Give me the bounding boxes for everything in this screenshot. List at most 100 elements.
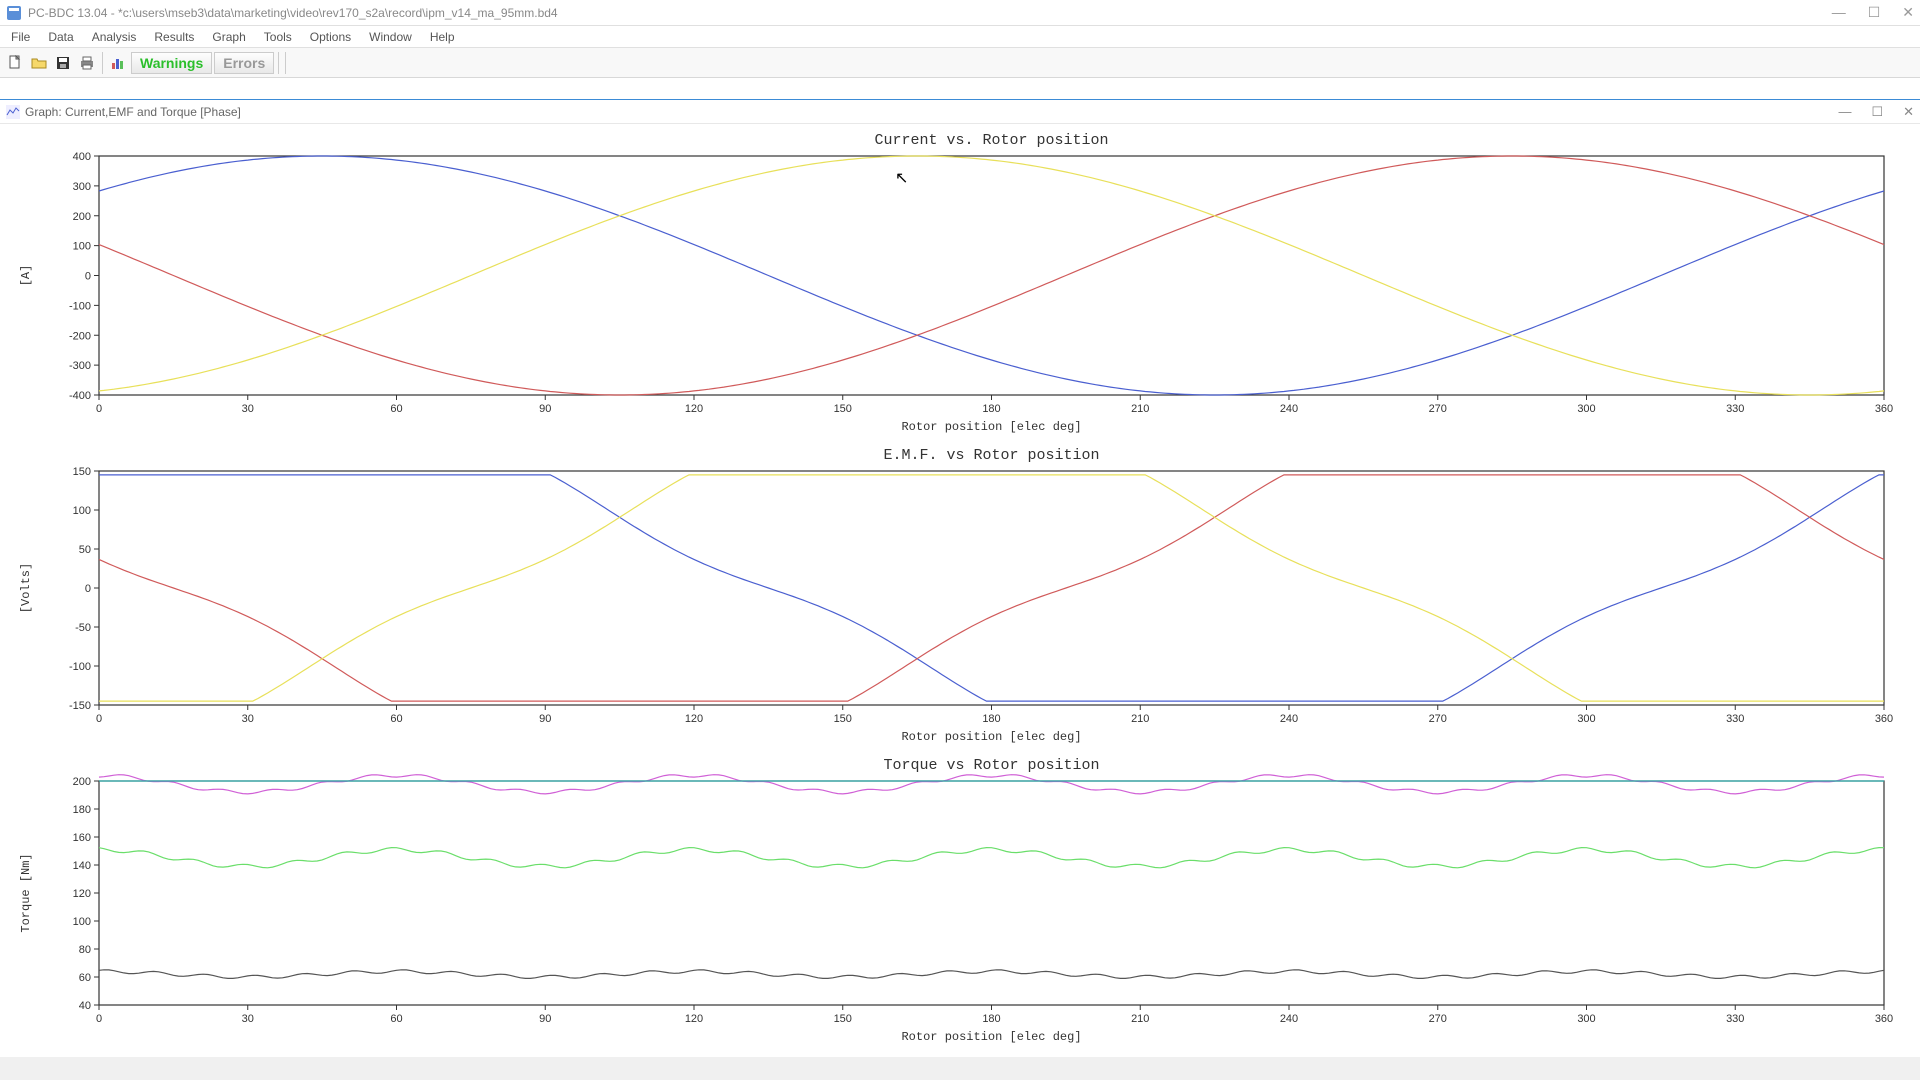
svg-text:0: 0 — [85, 583, 91, 595]
menu-file[interactable]: File — [2, 28, 39, 46]
main-title-text: PC-BDC 13.04 - *c:\users\mseb3\data\mark… — [28, 6, 1832, 20]
svg-text:50: 50 — [79, 544, 91, 556]
subwin-maximize-button[interactable]: ☐ — [1871, 104, 1883, 120]
svg-text:360: 360 — [1875, 713, 1893, 725]
mdi-spacer — [0, 78, 1920, 100]
toolbar-separator-2 — [278, 52, 279, 74]
svg-text:100: 100 — [73, 241, 91, 253]
svg-text:Torque [Nm]: Torque [Nm] — [19, 853, 33, 932]
menu-data[interactable]: Data — [39, 28, 82, 46]
svg-text:300: 300 — [1577, 713, 1595, 725]
svg-text:60: 60 — [390, 403, 402, 415]
svg-text:Rotor position [elec deg]: Rotor position [elec deg] — [901, 420, 1081, 434]
subwin-close-button[interactable]: ✕ — [1903, 104, 1914, 120]
svg-text:240: 240 — [1280, 403, 1298, 415]
svg-text:-50: -50 — [75, 622, 91, 634]
open-button[interactable] — [28, 52, 50, 74]
svg-text:180: 180 — [982, 1013, 1000, 1025]
svg-text:[A]: [A] — [19, 265, 33, 287]
svg-text:120: 120 — [685, 713, 703, 725]
svg-text:Current vs. Rotor position: Current vs. Rotor position — [874, 132, 1108, 149]
svg-text:90: 90 — [539, 403, 551, 415]
svg-text:180: 180 — [982, 403, 1000, 415]
menu-analysis[interactable]: Analysis — [83, 28, 146, 46]
close-button[interactable]: ✕ — [1902, 4, 1914, 21]
svg-text:180: 180 — [73, 804, 91, 816]
toolbar: Warnings Errors — [0, 48, 1920, 78]
svg-text:400: 400 — [73, 151, 91, 163]
svg-text:60: 60 — [390, 1013, 402, 1025]
errors-button[interactable]: Errors — [214, 52, 274, 74]
svg-text:360: 360 — [1875, 1013, 1893, 1025]
menu-help[interactable]: Help — [421, 28, 464, 46]
svg-text:150: 150 — [834, 1013, 852, 1025]
svg-text:330: 330 — [1726, 403, 1744, 415]
svg-text:90: 90 — [539, 713, 551, 725]
menu-tools[interactable]: Tools — [255, 28, 301, 46]
toolbar-separator — [102, 52, 103, 74]
svg-text:E.M.F. vs Rotor position: E.M.F. vs Rotor position — [883, 447, 1099, 464]
svg-text:100: 100 — [73, 505, 91, 517]
svg-text:300: 300 — [1577, 403, 1595, 415]
svg-text:90: 90 — [539, 1013, 551, 1025]
menu-window[interactable]: Window — [360, 28, 421, 46]
plot-area: Current vs. Rotor position 0 30 60 90 120 150 1… — [0, 124, 1920, 1057]
menu-results[interactable]: Results — [145, 28, 203, 46]
svg-text:360: 360 — [1875, 403, 1893, 415]
maximize-button[interactable]: ☐ — [1868, 4, 1881, 21]
svg-text:100: 100 — [73, 916, 91, 928]
svg-text:0: 0 — [96, 713, 102, 725]
svg-text:300: 300 — [1577, 1013, 1595, 1025]
chart-torque[interactable]: Torque vs Rotor position 0 30 60 90 120 150 180… — [4, 753, 1894, 1053]
svg-text:270: 270 — [1429, 1013, 1447, 1025]
svg-text:200: 200 — [73, 211, 91, 223]
minimize-button[interactable]: — — [1832, 4, 1846, 21]
svg-text:270: 270 — [1429, 403, 1447, 415]
menu-bar: File Data Analysis Results Graph Tools O… — [0, 26, 1920, 48]
svg-text:210: 210 — [1131, 1013, 1149, 1025]
svg-text:-100: -100 — [69, 300, 91, 312]
svg-text:Rotor position [elec deg]: Rotor position [elec deg] — [901, 730, 1081, 744]
svg-text:150: 150 — [834, 403, 852, 415]
svg-text:-100: -100 — [69, 661, 91, 673]
menu-options[interactable]: Options — [301, 28, 360, 46]
svg-text:140: 140 — [73, 860, 91, 872]
print-button[interactable] — [76, 52, 98, 74]
svg-text:60: 60 — [390, 713, 402, 725]
svg-text:200: 200 — [73, 776, 91, 788]
svg-text:-400: -400 — [69, 390, 91, 402]
svg-text:Torque vs Rotor position: Torque vs Rotor position — [883, 757, 1099, 774]
main-titlebar: PC-BDC 13.04 - *c:\users\mseb3\data\mark… — [0, 0, 1920, 26]
chart-emf[interactable]: E.M.F. vs Rotor position 0 30 60 90 120 150 180… — [4, 443, 1894, 753]
menu-graph[interactable]: Graph — [203, 28, 254, 46]
svg-text:270: 270 — [1429, 713, 1447, 725]
svg-text:210: 210 — [1131, 403, 1149, 415]
svg-text:[Volts]: [Volts] — [19, 563, 33, 613]
subwin-minimize-button[interactable]: — — [1838, 104, 1851, 120]
svg-text:30: 30 — [242, 1013, 254, 1025]
svg-text:180: 180 — [982, 713, 1000, 725]
svg-text:30: 30 — [242, 713, 254, 725]
svg-text:120: 120 — [73, 888, 91, 900]
new-button[interactable] — [4, 52, 26, 74]
svg-text:330: 330 — [1726, 1013, 1744, 1025]
chart-button[interactable] — [107, 52, 129, 74]
svg-text:150: 150 — [73, 466, 91, 478]
svg-text:120: 120 — [685, 403, 703, 415]
svg-text:-150: -150 — [69, 700, 91, 712]
svg-text:330: 330 — [1726, 713, 1744, 725]
svg-text:0: 0 — [96, 1013, 102, 1025]
app-icon — [6, 5, 22, 21]
graph-window-icon — [6, 105, 20, 119]
svg-text:210: 210 — [1131, 713, 1149, 725]
svg-text:80: 80 — [79, 944, 91, 956]
chart-current[interactable]: Current vs. Rotor position03060901201501… — [4, 128, 1894, 443]
svg-text:Rotor position [elec deg]: Rotor position [elec deg] — [901, 1030, 1081, 1044]
graph-window-title: Graph: Current,EMF and Torque [Phase] — [25, 105, 1838, 119]
svg-text:40: 40 — [79, 1000, 91, 1012]
svg-text:300: 300 — [73, 181, 91, 193]
warnings-button[interactable]: Warnings — [131, 52, 212, 74]
svg-text:0: 0 — [85, 271, 91, 283]
svg-text:60: 60 — [79, 972, 91, 984]
save-button[interactable] — [52, 52, 74, 74]
